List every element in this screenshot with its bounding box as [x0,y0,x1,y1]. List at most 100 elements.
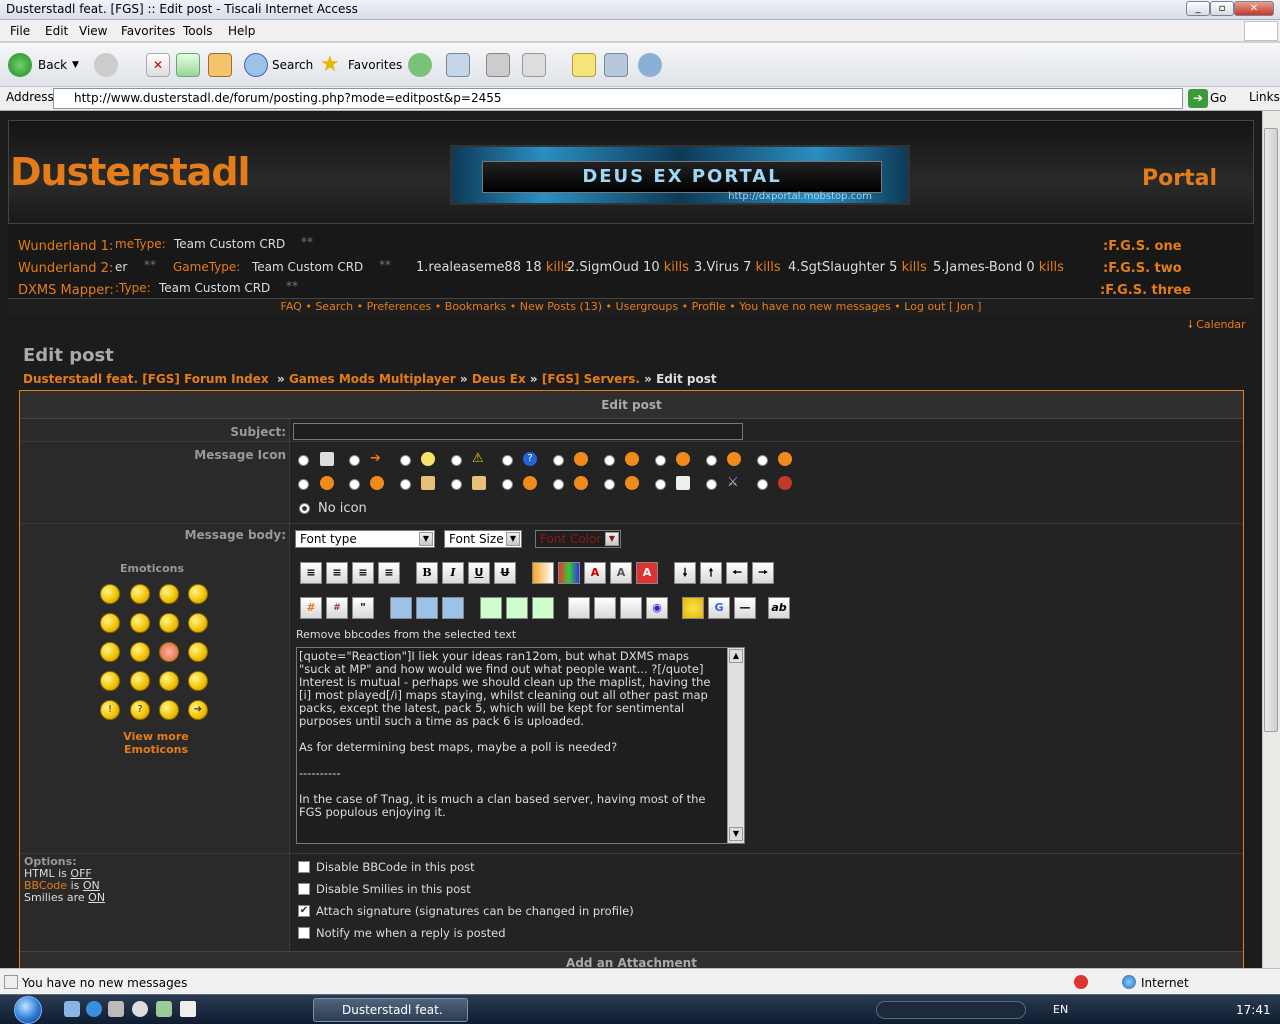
smiley-icon[interactable] [682,597,704,619]
fgs-three-link[interactable]: :F.G.S. three [1100,283,1191,298]
breadcrumb-servers[interactable]: [FGS] Servers. [542,372,640,386]
hash-icon[interactable]: # [300,597,322,619]
align-justify-icon[interactable]: ≡ [378,562,400,584]
icon-radio[interactable] [553,455,564,466]
breadcrumb-index[interactable]: Dusterstadl feat. [FGS] Forum Index [23,372,269,386]
rainbow-icon[interactable] [558,562,580,584]
history-icon[interactable] [408,53,432,77]
emoticon-embarrassed-icon[interactable] [159,642,179,662]
minimize-button[interactable]: _ [1186,1,1210,16]
icon-radio[interactable] [502,455,513,466]
emoticon-mad-icon[interactable] [100,642,120,662]
calendar-link[interactable]: 🠗 Calendar [1188,316,1246,335]
italic-icon[interactable]: I [442,562,464,584]
back-arrow-icon[interactable] [8,53,32,77]
emoticon-smile-icon[interactable] [130,584,150,604]
align-left-icon[interactable]: ≡ [300,562,322,584]
font-size-select[interactable]: Font Size ▼ [444,530,522,548]
menu-file[interactable]: File [10,24,30,38]
nav-bookmarks[interactable]: Bookmarks [445,300,506,313]
breadcrumb-games[interactable]: Games Mods Multiplayer [289,372,456,386]
quicklaunch-browser-icon[interactable] [86,1001,102,1017]
print-icon[interactable] [486,53,510,77]
horizontal-rule-icon[interactable]: — [734,597,756,619]
icon-radio[interactable] [655,479,666,490]
fgs-two-link[interactable]: :F.G.S. two [1103,261,1182,276]
menu-favorites[interactable]: Favorites [121,24,175,38]
disable-bbcode-checkbox[interactable] [298,861,310,873]
arrow-up-icon[interactable]: 🠕 [700,562,722,584]
show-desktop-icon[interactable] [180,1001,196,1017]
go-label[interactable]: Go [1210,91,1227,105]
taskbar-ie-label[interactable]: Dusterstadl feat. [FG... [342,1003,443,1024]
emoticon-question-icon[interactable]: ? [130,700,150,720]
refresh-icon[interactable] [176,53,200,77]
image-icon[interactable] [480,597,502,619]
icon-radio[interactable] [400,455,411,466]
nav-faq[interactable]: FAQ [281,300,302,313]
font-color-select[interactable]: Font Color ▼ [535,530,621,548]
quicklaunch-messenger-icon[interactable] [156,1001,172,1017]
icon-radio[interactable] [502,479,513,490]
fgs-one-link[interactable]: :F.G.S. one [1103,239,1182,254]
php-code-icon[interactable]: # [326,597,348,619]
breadcrumb-deusex[interactable]: Deus Ex [472,372,526,386]
nav-search[interactable]: Search [315,300,353,313]
icon-radio[interactable] [298,479,309,490]
server-label-2[interactable]: Wunderland 2: [18,261,113,276]
scroll-down-icon[interactable]: ▼ [729,827,743,841]
scroll-up-icon[interactable]: ▲ [729,649,743,663]
emoticon-twisted-icon[interactable] [130,671,150,691]
message-body-textarea[interactable]: [quote="Reaction"]I liek your ideas ran1… [296,647,745,844]
view-more-emoticons-link[interactable]: View more Emoticons [100,730,212,756]
icon-radio[interactable] [706,479,717,490]
align-center-icon[interactable]: ≡ [352,562,374,584]
menu-help[interactable]: Help [228,24,255,38]
search-icon[interactable] [244,53,268,77]
links-label[interactable]: Links [1249,90,1280,104]
google-icon[interactable]: G [708,597,730,619]
icon-radio[interactable] [604,455,615,466]
emoticon-evil-icon[interactable] [100,671,120,691]
emoticon-shocked-icon[interactable] [100,613,120,633]
flash-icon[interactable] [568,597,590,619]
menu-tools[interactable]: Tools [183,24,213,38]
menu-edit[interactable]: Edit [45,24,68,38]
quicklaunch-app-icon[interactable] [108,1001,124,1017]
mail-icon[interactable] [446,53,470,77]
start-button[interactable] [14,996,42,1024]
image-left-icon[interactable] [506,597,528,619]
go-arrow-icon[interactable]: ➔ [1188,89,1208,108]
icon-radio[interactable] [757,479,768,490]
menu-view[interactable]: View [79,24,107,38]
font-color-icon[interactable]: A [584,562,606,584]
icon-radio[interactable] [604,479,615,490]
server-label-1[interactable]: Wunderland 1: [18,239,113,254]
icon-radio[interactable] [553,479,564,490]
disable-smilies-checkbox[interactable] [298,883,310,895]
web-link-icon[interactable] [390,597,412,619]
subject-input[interactable] [293,423,743,440]
edit-icon[interactable] [522,53,546,77]
back-button[interactable]: Back [38,53,67,77]
close-button[interactable]: ✕ [1234,1,1274,16]
nav-new-posts[interactable]: New Posts (13) [520,300,602,313]
home-icon[interactable] [208,53,232,77]
ftp-link-icon[interactable] [442,597,464,619]
emoticon-idea-icon[interactable] [159,700,179,720]
bold-icon[interactable]: B [416,562,438,584]
underline-icon[interactable]: U [468,562,490,584]
emoticon-grin-icon[interactable] [100,584,120,604]
media-player-toolbar[interactable] [876,1001,1026,1019]
maximize-button[interactable]: ▫ [1210,1,1234,16]
deus-ex-portal-banner[interactable]: DEUS EX PORTAL http://dxportal.mobstop.c… [450,145,910,205]
emoticon-razz-icon[interactable] [130,642,150,662]
attach-signature-checkbox[interactable]: ✔ [298,905,310,917]
quicklaunch-media-icon[interactable] [132,1001,148,1017]
font-type-select[interactable]: Font type ▼ [295,530,435,548]
quicklaunch-ie-icon[interactable] [64,1001,80,1017]
nav-usergroups[interactable]: Usergroups [616,300,679,313]
messenger-icon[interactable] [638,53,662,77]
icon-radio[interactable] [655,455,666,466]
emoticon-rolleyes-icon[interactable] [159,671,179,691]
